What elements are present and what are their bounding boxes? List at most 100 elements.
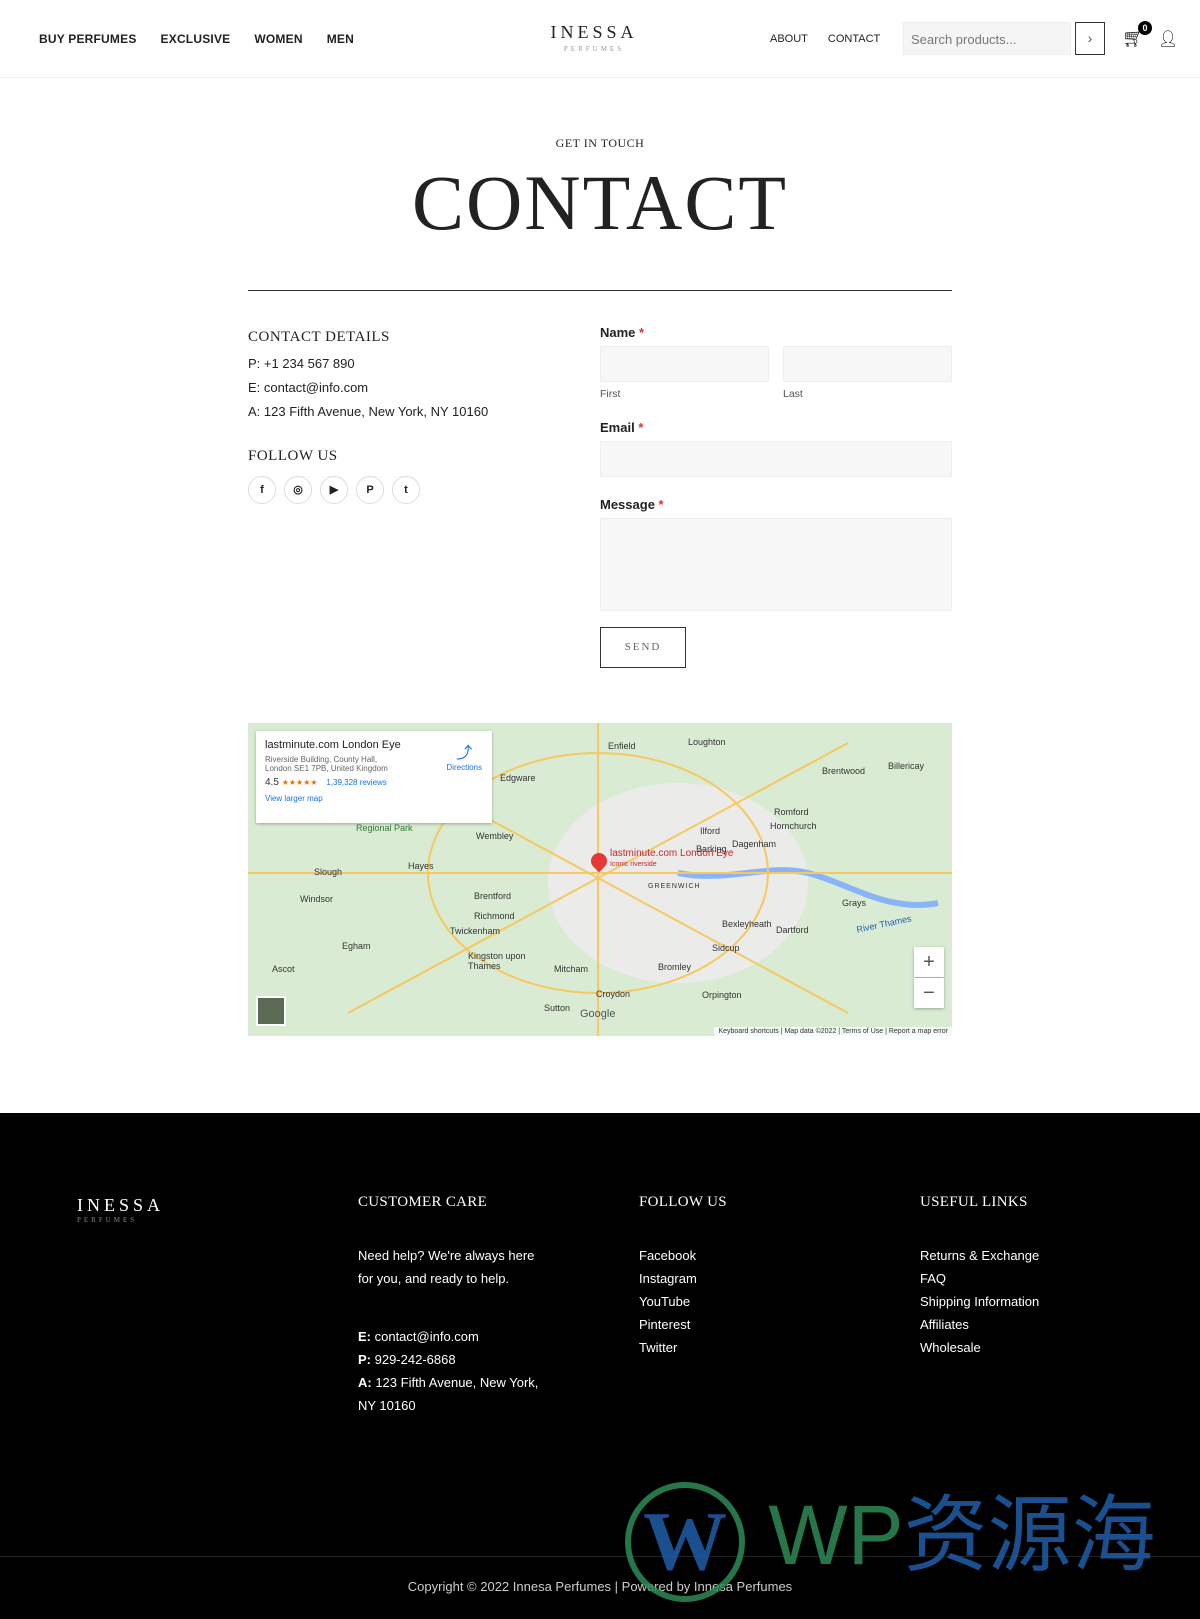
useful-links-heading: USEFUL LINKS bbox=[920, 1194, 1028, 1210]
contact-details: CONTACT DETAILS P: +1 234 567 890 E: con… bbox=[248, 325, 488, 504]
footer-link-affiliates[interactable]: Affiliates bbox=[920, 1313, 1039, 1336]
map-label: Ilford bbox=[700, 826, 721, 836]
main-nav: BUY PERFUMES EXCLUSIVE WOMEN MEN bbox=[39, 32, 354, 46]
logo-name: INESSA bbox=[550, 22, 638, 42]
youtube-icon[interactable]: ▶ bbox=[320, 476, 348, 504]
message-textarea[interactable] bbox=[600, 518, 952, 611]
contact-form: Name * First Last Email * Message * SEND bbox=[600, 325, 952, 668]
search-submit-button[interactable]: › bbox=[1075, 22, 1105, 55]
map-label: Hornchurch bbox=[770, 821, 817, 831]
map-label: Brentford bbox=[474, 891, 512, 901]
map-label: Dagenham bbox=[732, 839, 777, 849]
map-label: Enfield bbox=[608, 741, 636, 751]
user-icon[interactable]: 👤︎ bbox=[1158, 29, 1178, 49]
site-logo[interactable]: INESSA PERFUMES bbox=[550, 22, 638, 53]
follow-heading: FOLLOW US bbox=[639, 1194, 727, 1210]
follow-column: FOLLOW US Facebook Instagram YouTube Pin… bbox=[639, 1191, 727, 1359]
email-input[interactable] bbox=[600, 441, 952, 477]
footer-link-returns[interactable]: Returns & Exchange bbox=[920, 1244, 1039, 1267]
required-mark: * bbox=[638, 420, 644, 435]
facebook-icon[interactable]: f bbox=[248, 476, 276, 504]
map-label: Bexleyheath bbox=[722, 919, 772, 929]
map-info-card: lastminute.com London Eye Riverside Buil… bbox=[256, 731, 492, 823]
map-label: Slough bbox=[314, 867, 343, 877]
footer-link-instagram[interactable]: Instagram bbox=[639, 1267, 727, 1290]
directions-icon: ⤴ bbox=[456, 745, 473, 762]
customer-care-column: CUSTOMER CARE Need help? We're always he… bbox=[358, 1191, 538, 1417]
watermark: W WP资源海 bbox=[625, 1468, 1156, 1602]
nav-men[interactable]: MEN bbox=[327, 32, 354, 46]
page-title: CONTACT bbox=[411, 159, 789, 246]
contact-phone: P: +1 234 567 890 bbox=[248, 356, 355, 371]
send-button[interactable]: SEND bbox=[600, 627, 686, 668]
nav-about[interactable]: ABOUT bbox=[770, 33, 808, 45]
secondary-nav: ABOUT CONTACT bbox=[770, 33, 880, 45]
map-label: Windsor bbox=[300, 894, 334, 904]
map-label: Ascot bbox=[272, 964, 295, 974]
footer-address-line2: NY 10160 bbox=[358, 1398, 416, 1413]
pinterest-icon[interactable]: P bbox=[356, 476, 384, 504]
contact-address: A: 123 Fifth Avenue, New York, NY 10160 bbox=[248, 404, 489, 419]
footer-address: A: 123 Fifth Avenue, New York, bbox=[358, 1375, 539, 1390]
contact-email: E: contact@info.com bbox=[248, 380, 369, 395]
map-label: Mitcham bbox=[554, 964, 589, 974]
star-rating: ★★★★★ bbox=[281, 778, 318, 787]
last-name-input[interactable] bbox=[783, 346, 952, 382]
footer-link-facebook[interactable]: Facebook bbox=[639, 1244, 727, 1267]
footer-logo[interactable]: INESSA PERFUMES bbox=[77, 1195, 167, 1224]
rating: 4.5 bbox=[265, 777, 279, 788]
footer-link-shipping[interactable]: Shipping Information bbox=[920, 1290, 1039, 1313]
map-label: Billericay bbox=[888, 761, 925, 771]
map-label: Richmond bbox=[474, 911, 515, 921]
last-sublabel: Last bbox=[783, 388, 803, 400]
map-label: Sutton bbox=[544, 1003, 571, 1013]
nav-women[interactable]: WOMEN bbox=[254, 32, 302, 46]
map-label: Brentwood bbox=[822, 766, 866, 776]
footer-link-faq[interactable]: FAQ bbox=[920, 1267, 1039, 1290]
zoom-in-button[interactable]: + bbox=[914, 947, 944, 977]
map-label: Sidcup bbox=[712, 943, 740, 953]
footer-phone: P: 929-242-6868 bbox=[358, 1352, 456, 1367]
zoom-out-button[interactable]: − bbox=[914, 978, 944, 1008]
nav-contact[interactable]: CONTACT bbox=[828, 33, 880, 45]
map-label: Barking bbox=[696, 844, 727, 854]
care-text: for you, and ready to help. bbox=[358, 1271, 510, 1286]
satellite-toggle[interactable] bbox=[256, 996, 286, 1026]
river-thames bbox=[677, 867, 939, 908]
search-input[interactable]: Search products... bbox=[903, 22, 1071, 55]
useful-links-column: USEFUL LINKS Returns & Exchange FAQ Ship… bbox=[920, 1191, 1039, 1359]
map-label: GREENWICH bbox=[648, 883, 701, 890]
map-attribution[interactable]: Keyboard shortcuts | Map data ©2022 | Te… bbox=[714, 1027, 952, 1036]
contact-details-heading: CONTACT DETAILS bbox=[248, 329, 390, 345]
directions-button[interactable]: ⤴ Directions bbox=[446, 739, 482, 772]
map-label: Loughton bbox=[688, 737, 726, 747]
map-label: Bromley bbox=[658, 962, 692, 972]
care-text: Need help? We're always here bbox=[358, 1248, 535, 1263]
first-sublabel: First bbox=[600, 388, 621, 400]
follow-heading: FOLLOW US bbox=[248, 448, 338, 464]
divider bbox=[248, 290, 952, 291]
footer-link-pinterest[interactable]: Pinterest bbox=[639, 1313, 727, 1336]
google-map[interactable]: lastminute.com London Eye Iconic riversid… bbox=[248, 723, 952, 1036]
email-label: Email bbox=[600, 420, 635, 435]
footer-link-wholesale[interactable]: Wholesale bbox=[920, 1336, 1039, 1359]
reviews-link[interactable]: 1,39,328 reviews bbox=[326, 778, 386, 787]
twitter-icon[interactable]: t bbox=[392, 476, 420, 504]
map-label: Hayes bbox=[408, 861, 434, 871]
view-larger-map-link[interactable]: View larger map bbox=[265, 794, 483, 803]
footer-link-twitter[interactable]: Twitter bbox=[639, 1336, 727, 1359]
map-label: Kingston upon Thames bbox=[468, 951, 526, 971]
map-label: Romford bbox=[774, 807, 809, 817]
map-label: Twickenham bbox=[450, 926, 501, 936]
nav-buy-perfumes[interactable]: BUY PERFUMES bbox=[39, 32, 137, 46]
nav-exclusive[interactable]: EXCLUSIVE bbox=[161, 32, 231, 46]
name-label: Name bbox=[600, 325, 636, 340]
first-name-input[interactable] bbox=[600, 346, 769, 382]
customer-care-heading: CUSTOMER CARE bbox=[358, 1194, 488, 1210]
google-logo: Google bbox=[580, 1008, 616, 1020]
social-links: f ◎ ▶ P t bbox=[248, 476, 488, 504]
site-header: BUY PERFUMES EXCLUSIVE WOMEN MEN INESSA … bbox=[0, 0, 1200, 78]
instagram-icon[interactable]: ◎ bbox=[284, 476, 312, 504]
footer-link-youtube[interactable]: YouTube bbox=[639, 1290, 727, 1313]
map-label: Egham bbox=[342, 941, 371, 951]
